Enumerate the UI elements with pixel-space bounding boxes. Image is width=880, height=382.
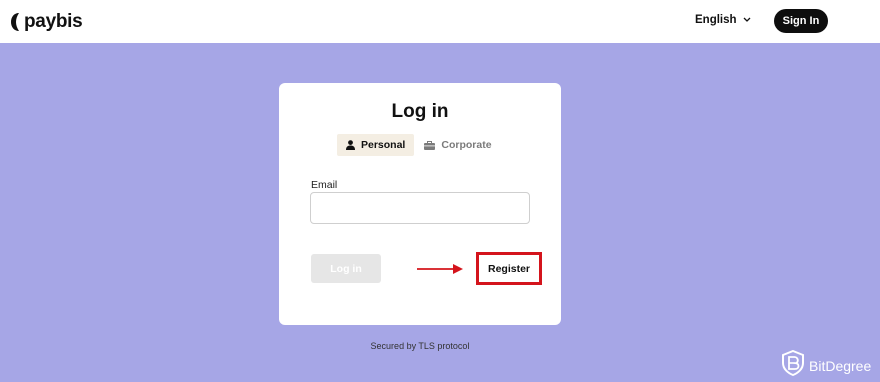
tab-personal-label: Personal — [361, 139, 406, 151]
sign-in-button[interactable]: Sign In — [774, 9, 828, 33]
top-header: paybis English Sign In — [0, 0, 880, 43]
register-button[interactable]: Register — [479, 255, 539, 282]
tls-notice: Secured by TLS protocol — [370, 341, 470, 351]
person-icon — [346, 140, 355, 150]
tab-corporate[interactable]: Corporate — [424, 134, 492, 156]
logo-text: paybis — [24, 11, 83, 32]
briefcase-icon — [424, 140, 436, 150]
login-button[interactable]: Log in — [311, 254, 381, 283]
paybis-logo[interactable]: paybis — [11, 11, 83, 33]
login-card: Log in Personal Corporate Email Log in R… — [279, 83, 561, 325]
email-field[interactable] — [310, 192, 530, 224]
language-selector[interactable]: English — [695, 14, 751, 26]
email-label: Email — [311, 179, 338, 191]
bitdegree-watermark: BitDegree — [782, 349, 872, 381]
watermark-text: BitDegree — [809, 357, 872, 374]
tab-corporate-label: Corporate — [441, 139, 492, 151]
annotation-arrow-icon — [417, 262, 465, 280]
language-label: English — [695, 14, 737, 26]
page-title: Log in — [391, 101, 449, 122]
chevron-down-icon — [743, 17, 751, 23]
bitdegree-shield-icon — [782, 349, 804, 381]
paybis-logo-icon — [11, 13, 19, 31]
account-type-tabs: Personal Corporate — [337, 134, 492, 156]
tab-personal[interactable]: Personal — [337, 134, 415, 156]
